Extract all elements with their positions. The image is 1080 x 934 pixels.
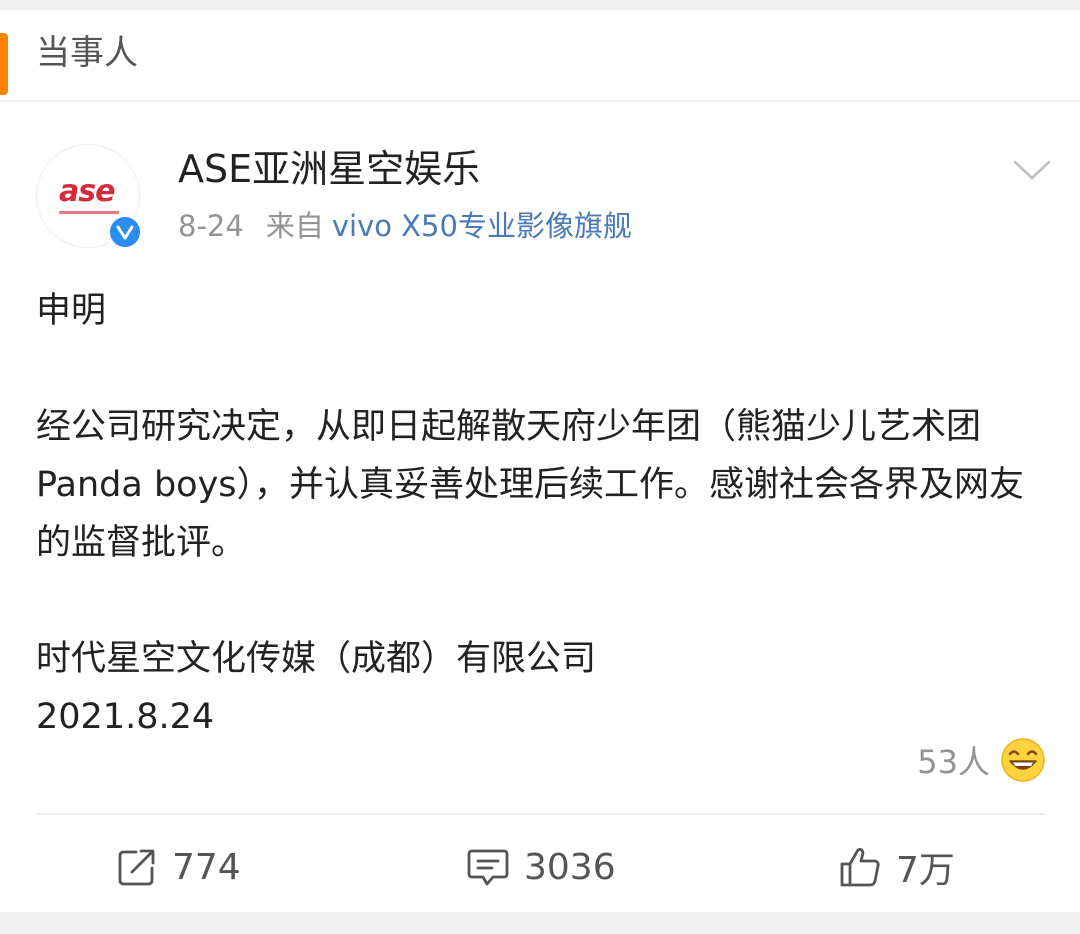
- post-date: 8-24: [178, 209, 244, 243]
- author-name[interactable]: ASE亚洲星空娱乐: [178, 150, 480, 188]
- thumbs-up-icon: [840, 848, 880, 887]
- post-signature: 时代星空文化传媒（成都）有限公司: [36, 639, 597, 679]
- source-prefix: 来自: [265, 209, 324, 243]
- avatar-logo-underline: [59, 211, 119, 214]
- weibo-page: 当事人 ase ASE亚洲星空娱乐 8-24 来自 vivo X50专业影像旗舰 申…: [0, 0, 1080, 934]
- chevron-down-icon[interactable]: [1012, 158, 1052, 182]
- repost-icon: [118, 849, 155, 886]
- post-paragraph: 经公司研究决定，从即日起解散天府少年团（熊猫少儿艺术团Panda boys），并…: [36, 407, 1025, 563]
- avatar-logo: ase: [59, 174, 115, 209]
- comment-count: 3036: [524, 846, 616, 888]
- reactions[interactable]: 53人: [917, 736, 1046, 784]
- like-count: 7万: [896, 850, 955, 891]
- verified-icon: [107, 214, 143, 250]
- section-header: 当事人: [0, 10, 1080, 100]
- post-signed-date: 2021.8.24: [36, 697, 215, 737]
- section-accent-bar: [0, 33, 8, 95]
- post-meta: 8-24 来自 vivo X50专业影像旗舰: [178, 212, 632, 241]
- post-body: 申明 经公司研究决定，从即日起解散天府少年团（熊猫少儿艺术团Panda boys…: [36, 282, 1046, 746]
- source-device-link[interactable]: vivo X50专业影像旗舰: [332, 209, 632, 243]
- comment-icon: [467, 849, 509, 886]
- reaction-count: 53人: [917, 743, 990, 781]
- repost-button[interactable]: 774: [116, 842, 241, 892]
- post-heading: 申明: [36, 291, 107, 331]
- card-divider: [36, 813, 1046, 815]
- repost-count: 774: [172, 846, 241, 888]
- post-card: ase ASE亚洲星空娱乐 8-24 来自 vivo X50专业影像旗舰 申明 经公…: [0, 102, 1080, 912]
- laughing-face-icon: [1001, 738, 1045, 782]
- section-title: 当事人: [36, 33, 138, 73]
- like-button[interactable]: 7万: [838, 842, 955, 892]
- comment-button[interactable]: 3036: [466, 842, 616, 892]
